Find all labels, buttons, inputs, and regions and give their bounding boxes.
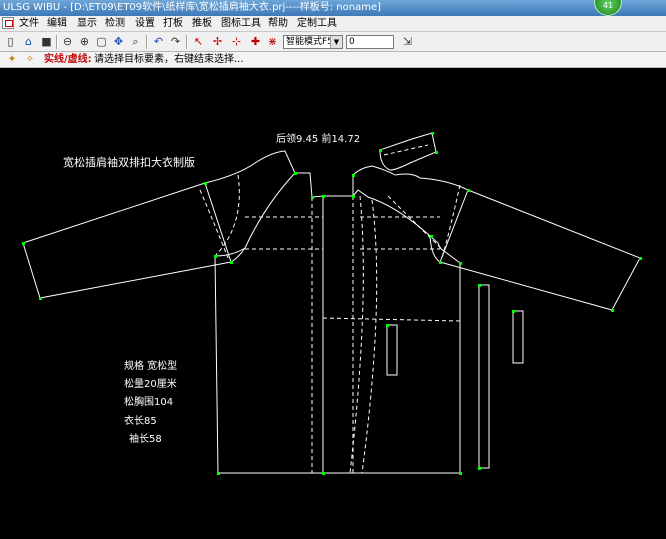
menu-check[interactable]: 检测 xyxy=(105,17,125,31)
menu-settings[interactable]: 设置 xyxy=(135,17,155,31)
spec-line-chest: 松胸围104 xyxy=(124,397,174,408)
redo-icon[interactable]: ↷ xyxy=(168,34,183,49)
toolbar-separator xyxy=(56,35,58,49)
undo-icon[interactable]: ↶ xyxy=(151,34,166,49)
toolbar-separator xyxy=(186,35,188,49)
status-mode-label: 实线/虚线: xyxy=(44,54,92,65)
zoom-out-icon[interactable]: ⊖ xyxy=(60,34,75,49)
cut-point-icon[interactable]: ⊹ xyxy=(229,34,244,49)
front-body-outline xyxy=(323,189,461,474)
fit-window-icon[interactable]: ▢ xyxy=(94,34,109,49)
back-armhole-curve xyxy=(214,247,246,257)
spec-line-length: 衣长85 xyxy=(124,416,157,427)
measure-readout: 后领9.45 前14.72 xyxy=(276,134,361,145)
pocket-flap-left xyxy=(386,324,398,376)
pin-icon[interactable]: ✧ xyxy=(24,54,36,66)
snap-icon[interactable]: ⇲ xyxy=(400,34,415,49)
document-icon[interactable] xyxy=(2,17,14,29)
chevron-down-icon[interactable]: ▼ xyxy=(330,36,342,48)
mode-select[interactable]: 智能模式F5 ▼ xyxy=(283,35,343,49)
front-dashed-button-line-1 xyxy=(349,195,364,474)
spec-line-ease: 松量20厘米 xyxy=(124,379,177,390)
select-delete-icon[interactable]: ↖ xyxy=(191,34,206,49)
value-input[interactable]: 0 xyxy=(346,35,394,49)
spec-line-style: 规格 宽松型 xyxy=(124,361,178,372)
back-dashed-armhole xyxy=(214,174,240,257)
back-dashed-raglan xyxy=(199,189,229,259)
left-sleeve-line xyxy=(204,182,232,263)
measure-icon[interactable]: ⋇ xyxy=(265,34,280,49)
zoom-area-icon[interactable]: ⌕ xyxy=(128,34,143,49)
right-sleeve-outline xyxy=(394,173,641,311)
menu-grade[interactable]: 推板 xyxy=(192,17,212,31)
pattern-title: 宽松插肩袖双排扣大衣制版 xyxy=(63,156,195,169)
menu-view[interactable]: 显示 xyxy=(77,17,97,31)
front-neck-curve xyxy=(352,165,396,176)
front-dashed-hip xyxy=(322,317,461,322)
pocket-flap-right xyxy=(512,310,524,364)
spec-line-sleeve: 袖长58 xyxy=(129,434,162,445)
menu-icon-tools[interactable]: 图标工具 xyxy=(221,17,261,31)
cross-point-icon[interactable]: ✚ xyxy=(248,34,263,49)
status-hint: 请选择目标要素，右键结束选择... xyxy=(94,54,244,65)
star-icon[interactable]: ✦ xyxy=(6,54,18,66)
menu-draft[interactable]: 打板 xyxy=(163,17,183,31)
drawing-canvas[interactable]: 后领9.45 前14.72 宽松插肩袖双排扣大衣制版 规格 宽松型 松量20厘米… xyxy=(0,68,666,539)
menu-bar: 文件 编辑 显示 检测 设置 打板 推板 图标工具 帮助 定制工具 xyxy=(0,16,666,32)
zoom-in-icon[interactable]: ⊕ xyxy=(77,34,92,49)
save-icon[interactable]: ■ xyxy=(39,34,54,49)
status-bar: ✦ ✧ 实线/虚线: 请选择目标要素，右键结束选择... xyxy=(0,52,666,68)
front-dashed-raglan xyxy=(441,184,461,259)
mode-select-value: 智能模式F5 xyxy=(286,37,333,47)
facing-strip xyxy=(478,284,490,469)
menu-help[interactable]: 帮助 xyxy=(268,17,288,31)
menu-file[interactable]: 文件 xyxy=(19,17,39,31)
collar-outline xyxy=(379,132,437,171)
window-title-bar: ULSG WIBU - [D:\ET09\ET09软件\纸样库\宽松插肩袖大衣.… xyxy=(0,0,666,16)
back-body-outline xyxy=(214,172,324,474)
pan-icon[interactable]: ✥ xyxy=(111,34,126,49)
window-title: ULSG WIBU - [D:\ET09\ET09软件\纸样库\宽松插肩袖大衣.… xyxy=(3,2,382,13)
front-dashed-button-line-2 xyxy=(361,199,378,474)
menu-edit[interactable]: 编辑 xyxy=(47,17,67,31)
open-folder-icon[interactable]: ⌂ xyxy=(21,34,36,49)
new-file-icon[interactable]: ▯ xyxy=(3,34,18,49)
menu-custom-tools[interactable]: 定制工具 xyxy=(297,17,337,31)
left-sleeve-outline xyxy=(22,150,296,299)
add-point-icon[interactable]: ✢ xyxy=(210,34,225,49)
control-points xyxy=(22,132,642,475)
toolbar-separator xyxy=(146,35,148,49)
